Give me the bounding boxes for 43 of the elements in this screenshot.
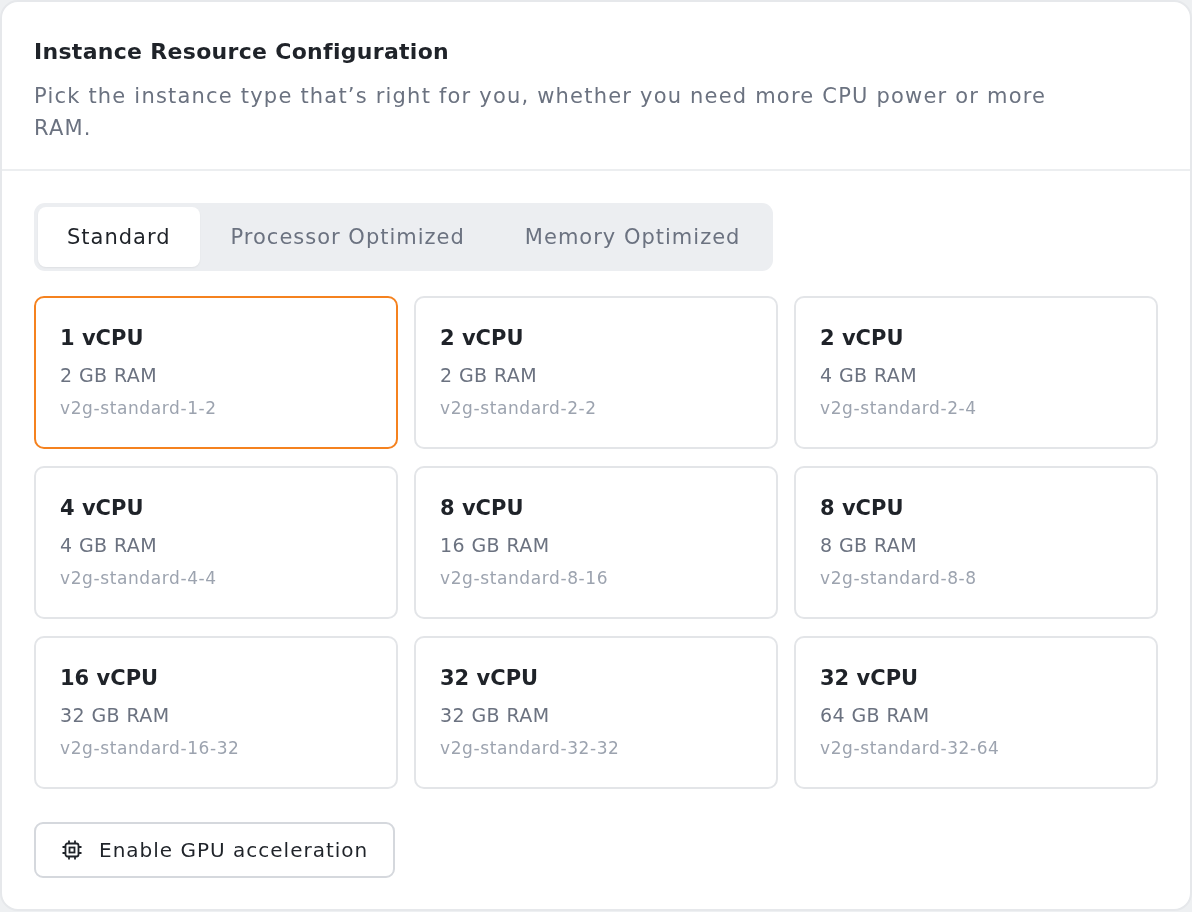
vcpu-label: 8 vCPU [440, 495, 525, 522]
tab[interactable]: Memory Optimized [495, 207, 770, 267]
instance-type-label: v2g-standard-16-32 [60, 737, 241, 760]
instance-card[interactable]: 16 vCPU 32 GB RAM v2g-standard-16-32 [34, 636, 398, 789]
ram-label: 64 GB RAM [820, 703, 931, 728]
instance-card[interactable]: 1 vCPU 2 GB RAM v2g-standard-1-2 [34, 296, 398, 449]
chip-icon [62, 840, 82, 860]
panel-description: Pick the instance type that’s right for you, whether you need more CPU power or more RAM. [34, 83, 1048, 142]
instance-type-label: v2g-standard-8-16 [440, 567, 610, 590]
instance-type-label: v2g-standard-4-4 [60, 567, 218, 590]
ram-label: 16 GB RAM [440, 533, 551, 558]
ram-label: 8 GB RAM [820, 533, 918, 558]
tab[interactable]: Standard [38, 207, 200, 267]
vcpu-label: 2 vCPU [820, 325, 905, 352]
ram-label: 2 GB RAM [440, 363, 538, 388]
instance-card[interactable]: 8 vCPU 16 GB RAM v2g-standard-8-16 [414, 466, 778, 619]
ram-label: 4 GB RAM [820, 363, 918, 388]
vcpu-label: 2 vCPU [440, 325, 525, 352]
instance-type-label: v2g-standard-2-2 [440, 397, 598, 420]
tab[interactable]: Processor Optimized [201, 207, 494, 267]
ram-label: 2 GB RAM [60, 363, 158, 388]
instance-card[interactable]: 4 vCPU 4 GB RAM v2g-standard-4-4 [34, 466, 398, 619]
instance-type-label: v2g-standard-2-4 [820, 397, 978, 420]
instance-card[interactable]: 2 vCPU 4 GB RAM v2g-standard-2-4 [794, 296, 1158, 449]
instance-card[interactable]: 32 vCPU 32 GB RAM v2g-standard-32-32 [414, 636, 778, 789]
instance-type-label: v2g-standard-8-8 [820, 567, 978, 590]
instance-type-label: v2g-standard-32-64 [820, 737, 1001, 760]
vcpu-label: 1 vCPU [60, 325, 145, 352]
instance-card[interactable]: 32 vCPU 64 GB RAM v2g-standard-32-64 [794, 636, 1158, 789]
panel-title: Instance Resource Configuration [34, 38, 451, 66]
vcpu-label: 32 vCPU [820, 665, 920, 692]
instance-type-label: v2g-standard-1-2 [60, 397, 218, 420]
gpu-button[interactable]: Enable GPU acceleration [34, 822, 396, 878]
instance-card[interactable]: 8 vCPU 8 GB RAM v2g-standard-8-8 [794, 466, 1158, 619]
ram-label: 4 GB RAM [60, 533, 158, 558]
vcpu-label: 16 vCPU [60, 665, 160, 692]
ram-label: 32 GB RAM [440, 703, 551, 728]
instance-card[interactable]: 2 vCPU 2 GB RAM v2g-standard-2-2 [414, 296, 778, 449]
vcpu-label: 32 vCPU [440, 665, 540, 692]
vcpu-label: 4 vCPU [60, 495, 145, 522]
vcpu-label: 8 vCPU [820, 495, 905, 522]
instance-type-label: v2g-standard-32-32 [440, 737, 621, 760]
ram-label: 32 GB RAM [60, 703, 171, 728]
